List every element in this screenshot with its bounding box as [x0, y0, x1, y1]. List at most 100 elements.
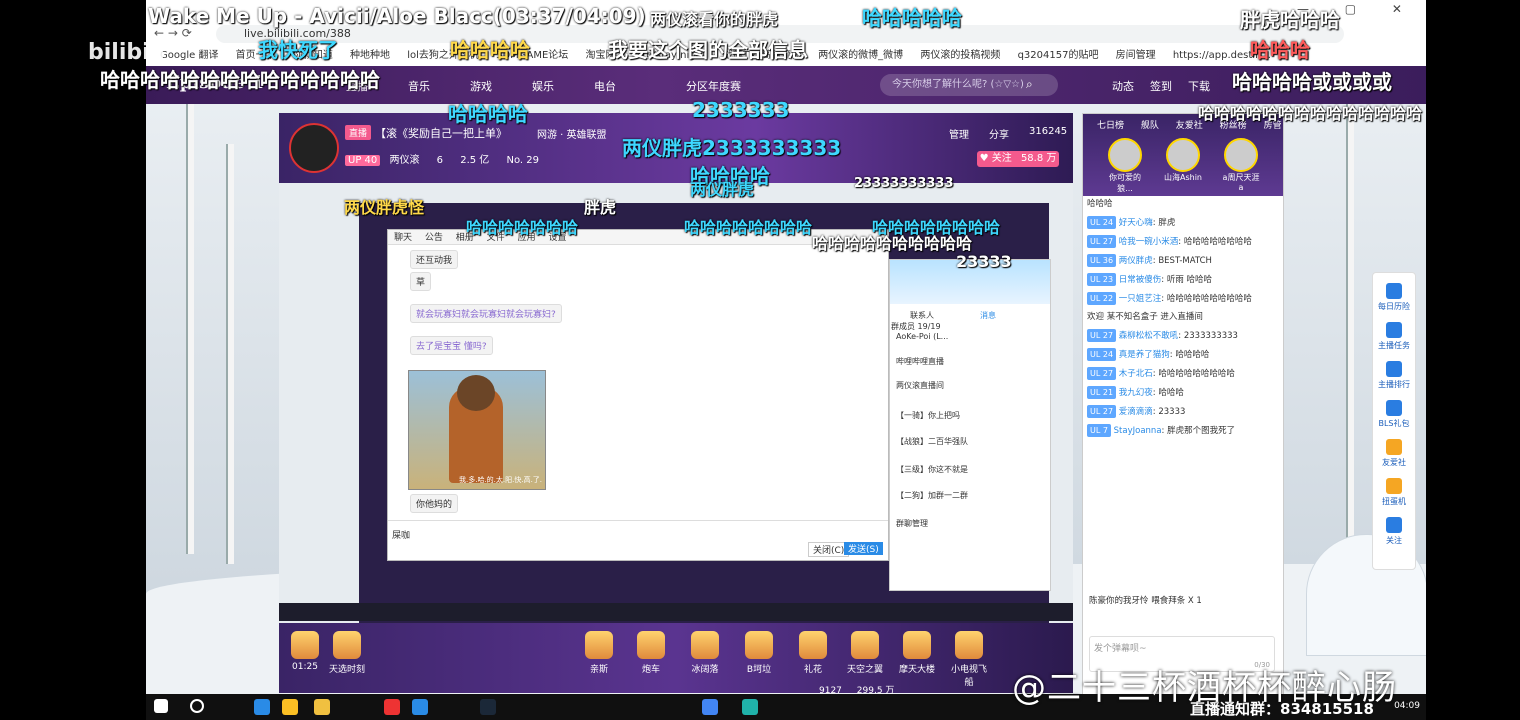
- friend-item[interactable]: 【二狗】加群一二群: [896, 490, 968, 501]
- windows-start-icon[interactable]: [154, 699, 168, 713]
- user-name[interactable]: 真是养了猫狗: [1119, 350, 1170, 360]
- app-icon[interactable]: [412, 699, 428, 715]
- user-name[interactable]: 日常被傻伤: [1119, 275, 1162, 285]
- search-icon[interactable]: [190, 699, 204, 713]
- popularity-value: 2.5 亿: [460, 155, 490, 166]
- room-category[interactable]: 网游 · 英雄联盟: [537, 126, 607, 141]
- danmaku-item: 两仪胖虎2333333333: [622, 136, 842, 160]
- nav-link[interactable]: 分区年度赛: [686, 78, 741, 94]
- gift-item[interactable]: 礼花: [793, 631, 833, 675]
- edge-icon[interactable]: [254, 699, 270, 715]
- gift-item[interactable]: 01:25: [285, 631, 325, 672]
- gift-item[interactable]: B坷垃: [739, 631, 779, 675]
- chrome-icon[interactable]: [702, 699, 718, 715]
- task-icon-button[interactable]: 主播任务: [1373, 322, 1415, 351]
- user-name[interactable]: 木子北石: [1119, 369, 1153, 379]
- user-level: UL 36: [1087, 254, 1117, 267]
- clock: 04:09: [1394, 701, 1420, 711]
- nav-link[interactable]: 娱乐: [532, 78, 554, 94]
- chat-tab[interactable]: 聊天: [394, 233, 412, 243]
- danmaku-item: 胖虎: [584, 198, 617, 217]
- gift-icon: [691, 631, 719, 659]
- gift-item[interactable]: 炮车: [631, 631, 671, 675]
- meme-image[interactable]: 我.多.哈.的.太.阳.快.高.了.: [408, 370, 546, 490]
- nav-dynamic[interactable]: 动态: [1112, 78, 1134, 94]
- app-icon[interactable]: [742, 699, 758, 715]
- bookmark-item[interactable]: q3204157的贴吧: [1018, 46, 1099, 66]
- top-fan-name: 山海Ashin: [1163, 173, 1202, 182]
- nav-link[interactable]: 音乐: [408, 78, 430, 94]
- user-name[interactable]: 森柳松松不敢吼: [1119, 331, 1179, 341]
- user-name[interactable]: 我九幻夜: [1119, 388, 1153, 398]
- gift-icon-button[interactable]: BLS礼包: [1373, 400, 1415, 429]
- danmaku-item: 两仪胖虎: [690, 180, 755, 199]
- friend-item[interactable]: 哔哩哔哩直播: [896, 356, 944, 367]
- user-level: UL 27: [1087, 329, 1117, 342]
- club-icon-button[interactable]: 友爱社: [1373, 439, 1415, 468]
- rank-tab[interactable]: 七日榜: [1097, 121, 1124, 131]
- qq-icon[interactable]: [282, 699, 298, 715]
- nav-download[interactable]: 下载: [1188, 78, 1210, 94]
- bookmark-item[interactable]: Google 翻译: [160, 46, 218, 66]
- gift-item[interactable]: 摩天大楼: [897, 631, 937, 675]
- nav-checkin[interactable]: 签到: [1150, 78, 1172, 94]
- gift-timer: 01:25: [292, 662, 318, 672]
- gift-item[interactable]: 小电视飞船: [949, 631, 989, 688]
- share-button[interactable]: 分享: [989, 126, 1009, 141]
- top-fan[interactable]: a周尺天涯a: [1221, 138, 1261, 192]
- danmaku-item: 哈哈哈哈哈哈哈哈哈哈: [812, 234, 973, 253]
- bookmark-item[interactable]: 两仪滚的微博_微博: [818, 46, 903, 66]
- msg-text: 胖虎那个图我死了: [1167, 426, 1236, 436]
- user-name[interactable]: 哈我一碗小米酒: [1119, 237, 1179, 247]
- msg-text: 哈哈哈: [1087, 199, 1113, 209]
- streamer-avatar[interactable]: [289, 123, 339, 173]
- friend-item[interactable]: 群聊管理: [896, 518, 928, 529]
- capsule-icon-button[interactable]: 扭蛋机: [1373, 478, 1415, 507]
- gift-item[interactable]: 天空之翼: [845, 631, 885, 675]
- streamer-name[interactable]: 两仪滚: [389, 155, 419, 166]
- user-name[interactable]: 爱滴滴滴: [1119, 407, 1153, 417]
- gift-item[interactable]: 冰阔落: [685, 631, 725, 675]
- user-name[interactable]: StayJoanna: [1114, 426, 1162, 436]
- chat-message: 去了是宝宝 懂吗?: [410, 336, 493, 355]
- top-fan[interactable]: 你可爱的狼...: [1105, 138, 1145, 194]
- folder-icon[interactable]: [314, 699, 330, 715]
- netease-icon[interactable]: [384, 699, 400, 715]
- bookmark-item[interactable]: 种地种地: [350, 46, 390, 66]
- friend-tab[interactable]: 消息: [980, 310, 996, 321]
- chat-tab[interactable]: 公告: [425, 233, 443, 243]
- search-icon[interactable]: ⌕: [1026, 77, 1033, 92]
- rank-tab[interactable]: 舰队: [1141, 121, 1159, 131]
- friend-item[interactable]: 两仪滚直播间: [896, 380, 944, 391]
- top-fan[interactable]: 山海Ashin: [1163, 138, 1203, 183]
- bookmark-item[interactable]: 两仪滚的投稿视频: [920, 46, 1000, 66]
- side-label: 关注: [1386, 536, 1402, 545]
- calendar-icon-button[interactable]: 每日历险: [1373, 283, 1415, 312]
- list-item: UL 22 一只姐艺注: 哈哈哈哈哈哈哈哈哈哈: [1087, 292, 1275, 306]
- user-name[interactable]: 一只姐艺注: [1119, 294, 1162, 304]
- friend-item[interactable]: 【三级】你这不就是: [896, 464, 968, 475]
- nav-link[interactable]: 游戏: [470, 78, 492, 94]
- friend-item[interactable]: 【一骑】你上把吗: [896, 410, 960, 421]
- friend-item[interactable]: 【战狼】二百华强队: [896, 436, 968, 447]
- nav-link[interactable]: 电台: [594, 78, 616, 94]
- back-icon[interactable]: ← → ⟳: [154, 26, 192, 40]
- gift-label: B坷垃: [746, 665, 772, 675]
- friend-tab[interactable]: 联系人: [910, 310, 934, 321]
- chat-input[interactable]: 屎咖: [392, 528, 410, 541]
- danmaku-item: 哈哈哈哈或或或或: [1232, 70, 1392, 94]
- list-item: UL 24 好天心嗨: 胖虎: [1087, 216, 1275, 230]
- friend-item[interactable]: AoKe-Poi (L...: [896, 332, 948, 341]
- gift-item[interactable]: 亲斯: [579, 631, 619, 675]
- danmaku-item: 哈哈哈哈哈哈哈哈哈哈哈哈哈哈: [1198, 104, 1423, 123]
- follow-icon-button[interactable]: 关注: [1373, 517, 1415, 546]
- bookmark-item[interactable]: 房间管理: [1116, 46, 1156, 66]
- gift-item[interactable]: 天选时刻: [327, 631, 367, 675]
- manage-button[interactable]: 管理: [949, 126, 969, 141]
- rank-icon-button[interactable]: 主播排行: [1373, 361, 1415, 390]
- steam-icon[interactable]: [480, 699, 496, 715]
- user-name[interactable]: 好天心嗨: [1119, 218, 1153, 228]
- follow-button[interactable]: ♥ 关注 58.8 万: [977, 151, 1059, 167]
- send-button[interactable]: 发送(S): [844, 542, 883, 555]
- user-name[interactable]: 两仪胖虎: [1119, 256, 1153, 266]
